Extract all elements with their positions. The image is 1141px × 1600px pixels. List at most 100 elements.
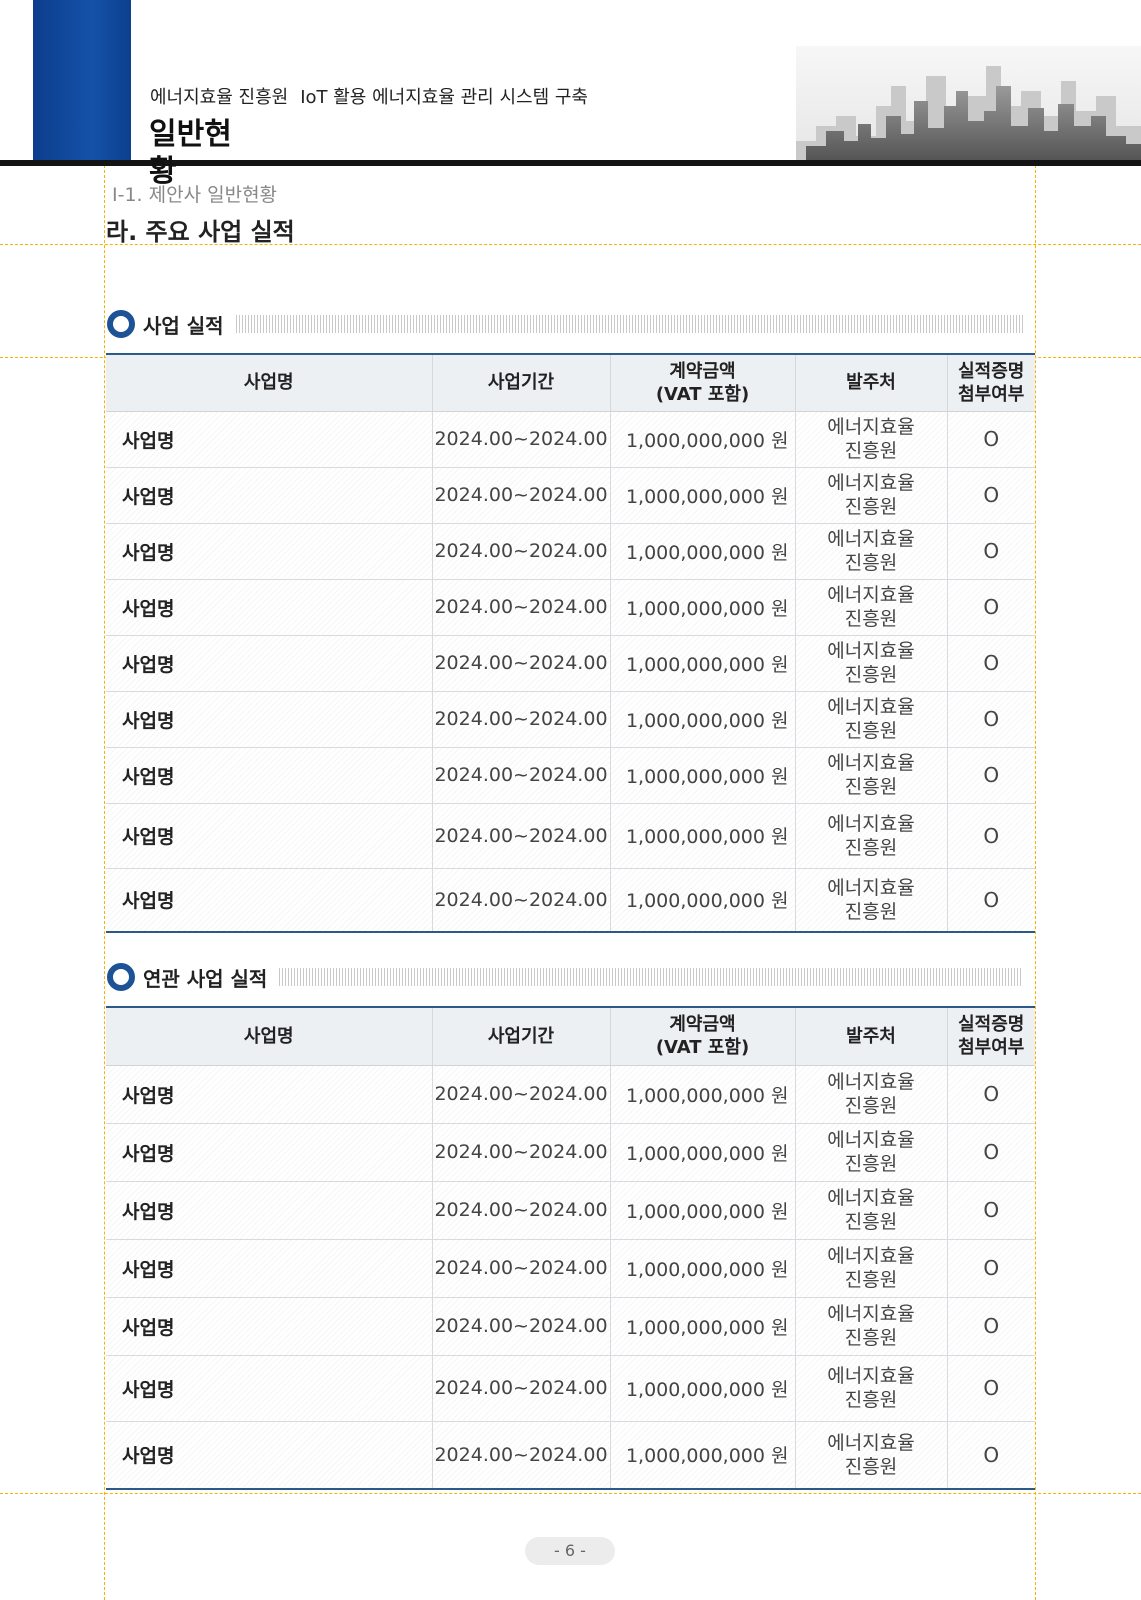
header-project: IoT 활용 에너지효율 관리 시스템 구축: [300, 87, 588, 108]
col-header-attached: 실적증명 첨부여부: [946, 1007, 1035, 1066]
table-row: 사업명 2024.00~2024.00 1,000,000,000 원 에너지효율 진…: [106, 1239, 1035, 1298]
col-header-period: 사업기간: [431, 354, 610, 412]
cell-client: 에너지효율 진흥원: [794, 635, 947, 692]
table-row: 사업명 2024.00~2024.00 1,000,000,000 원 에너지효율 진…: [106, 635, 1035, 692]
table-row: 사업명 2024.00~2024.00 1,000,000,000 원 에너지효율 진…: [106, 747, 1035, 804]
cell-client: 에너지효율 진흥원: [794, 868, 947, 932]
cell-period: 2024.00~2024.00: [431, 691, 610, 748]
cell-period: 2024.00~2024.00: [431, 411, 610, 468]
col-header-name: 사업명: [106, 1007, 432, 1066]
cell-period: 2024.00~2024.00: [431, 747, 610, 804]
cell-attached: O: [946, 1355, 1035, 1422]
cell-attached: O: [946, 1123, 1035, 1182]
cell-attached: O: [946, 747, 1035, 804]
cell-period: 2024.00~2024.00: [431, 803, 610, 869]
cell-period: 2024.00~2024.00: [431, 467, 610, 524]
cell-client: 에너지효율 진흥원: [794, 467, 947, 524]
cell-amount: 1,000,000,000 원: [609, 747, 795, 804]
cell-client: 에너지효율 진흥원: [794, 411, 947, 468]
header-title: 일반현황: [149, 117, 232, 189]
cell-project-name: 사업명: [106, 1123, 432, 1182]
cell-attached: O: [946, 1421, 1035, 1489]
guide-line-bottom: [0, 1493, 1141, 1494]
table-row: 사업명 2024.00~2024.00 1,000,000,000 원 에너지효율 진…: [106, 803, 1035, 869]
cell-project-name: 사업명: [106, 579, 432, 636]
table-row: 사업명 2024.00~2024.00 1,000,000,000 원 에너지효율 진…: [106, 1421, 1035, 1489]
table-row: 사업명 2024.00~2024.00 1,000,000,000 원 에너지효율 진…: [106, 523, 1035, 580]
cell-period: 2024.00~2024.00: [431, 1355, 610, 1422]
col-header-client: 발주처: [794, 354, 947, 412]
subheading-label: 사업 실적: [143, 313, 224, 338]
related-record-table: 사업명 사업기간 계약금액 (VAT 포함) 발주처 실적증명 첨부여부 사업명…: [106, 1006, 1035, 1490]
cell-client: 에너지효율 진흥원: [794, 1123, 947, 1182]
cell-project-name: 사업명: [106, 747, 432, 804]
cell-period: 2024.00~2024.00: [431, 1181, 610, 1240]
cell-client: 에너지효율 진흥원: [794, 1181, 947, 1240]
table-row: 사업명 2024.00~2024.00 1,000,000,000 원 에너지효율 진…: [106, 1123, 1035, 1182]
cell-client: 에너지효율 진흥원: [794, 1421, 947, 1489]
page-number: - 6 -: [525, 1537, 615, 1565]
city-skyline-image: [796, 46, 1141, 160]
subheading-business-record: 사업 실적: [107, 309, 1025, 339]
col-header-amount: 계약금액 (VAT 포함): [609, 354, 795, 412]
cell-project-name: 사업명: [106, 691, 432, 748]
hatch-bar: [235, 315, 1025, 333]
guide-line-left: [104, 160, 105, 1600]
table-row: 사업명 2024.00~2024.00 1,000,000,000 원 에너지효율 진…: [106, 1355, 1035, 1422]
col-header-name: 사업명: [106, 354, 432, 412]
cell-period: 2024.00~2024.00: [431, 1123, 610, 1182]
breadcrumb: Ⅰ-1. 제안사 일반현황: [112, 184, 278, 206]
cell-period: 2024.00~2024.00: [431, 635, 610, 692]
cell-amount: 1,000,000,000 원: [609, 1181, 795, 1240]
cell-client: 에너지효율 진흥원: [794, 1239, 947, 1298]
guide-line-right: [1035, 160, 1036, 1600]
cell-period: 2024.00~2024.00: [431, 868, 610, 932]
cell-project-name: 사업명: [106, 868, 432, 932]
cell-amount: 1,000,000,000 원: [609, 1239, 795, 1298]
cell-client: 에너지효율 진흥원: [794, 523, 947, 580]
table-row: 사업명 2024.00~2024.00 1,000,000,000 원 에너지효율 진…: [106, 1065, 1035, 1124]
table-row: 사업명 2024.00~2024.00 1,000,000,000 원 에너지효율 진…: [106, 1297, 1035, 1356]
cell-amount: 1,000,000,000 원: [609, 1297, 795, 1356]
cell-project-name: 사업명: [106, 1355, 432, 1422]
hatch-bar: [279, 968, 1024, 986]
cell-attached: O: [946, 1181, 1035, 1240]
cell-period: 2024.00~2024.00: [431, 1065, 610, 1124]
cell-attached: O: [946, 803, 1035, 869]
cell-client: 에너지효율 진흥원: [794, 747, 947, 804]
cell-attached: O: [946, 691, 1035, 748]
table-row: 사업명 2024.00~2024.00 1,000,000,000 원 에너지효율 진…: [106, 411, 1035, 468]
cell-attached: O: [946, 579, 1035, 636]
cell-attached: O: [946, 523, 1035, 580]
col-header-period: 사업기간: [431, 1007, 610, 1066]
cell-attached: O: [946, 868, 1035, 932]
cell-project-name: 사업명: [106, 523, 432, 580]
table-row: 사업명 2024.00~2024.00 1,000,000,000 원 에너지효율 진…: [106, 467, 1035, 524]
subheading-related-record: 연관 사업 실적: [107, 962, 1024, 992]
table-row: 사업명 2024.00~2024.00 1,000,000,000 원 에너지효율 진…: [106, 691, 1035, 748]
cell-attached: O: [946, 467, 1035, 524]
cell-amount: 1,000,000,000 원: [609, 1421, 795, 1489]
cell-amount: 1,000,000,000 원: [609, 467, 795, 524]
cell-project-name: 사업명: [106, 1181, 432, 1240]
cell-period: 2024.00~2024.00: [431, 1421, 610, 1489]
cell-project-name: 사업명: [106, 1065, 432, 1124]
table-row: 사업명 2024.00~2024.00 1,000,000,000 원 에너지효율 진…: [106, 1181, 1035, 1240]
cell-period: 2024.00~2024.00: [431, 1239, 610, 1298]
header-org: 에너지효율 진흥원: [150, 87, 289, 108]
cell-amount: 1,000,000,000 원: [609, 579, 795, 636]
col-header-attached: 실적증명 첨부여부: [946, 354, 1035, 412]
cell-amount: 1,000,000,000 원: [609, 635, 795, 692]
cell-project-name: 사업명: [106, 1297, 432, 1356]
cell-client: 에너지효율 진흥원: [794, 1297, 947, 1356]
business-record-table: 사업명 사업기간 계약금액 (VAT 포함) 발주처 실적증명 첨부여부 사업명…: [106, 353, 1035, 933]
cell-client: 에너지효율 진흥원: [794, 1065, 947, 1124]
cell-period: 2024.00~2024.00: [431, 1297, 610, 1356]
cell-period: 2024.00~2024.00: [431, 523, 610, 580]
cell-client: 에너지효율 진흥원: [794, 803, 947, 869]
cell-amount: 1,000,000,000 원: [609, 411, 795, 468]
cell-amount: 1,000,000,000 원: [609, 868, 795, 932]
cell-attached: O: [946, 1065, 1035, 1124]
cell-client: 에너지효율 진흥원: [794, 579, 947, 636]
cell-attached: O: [946, 1297, 1035, 1356]
